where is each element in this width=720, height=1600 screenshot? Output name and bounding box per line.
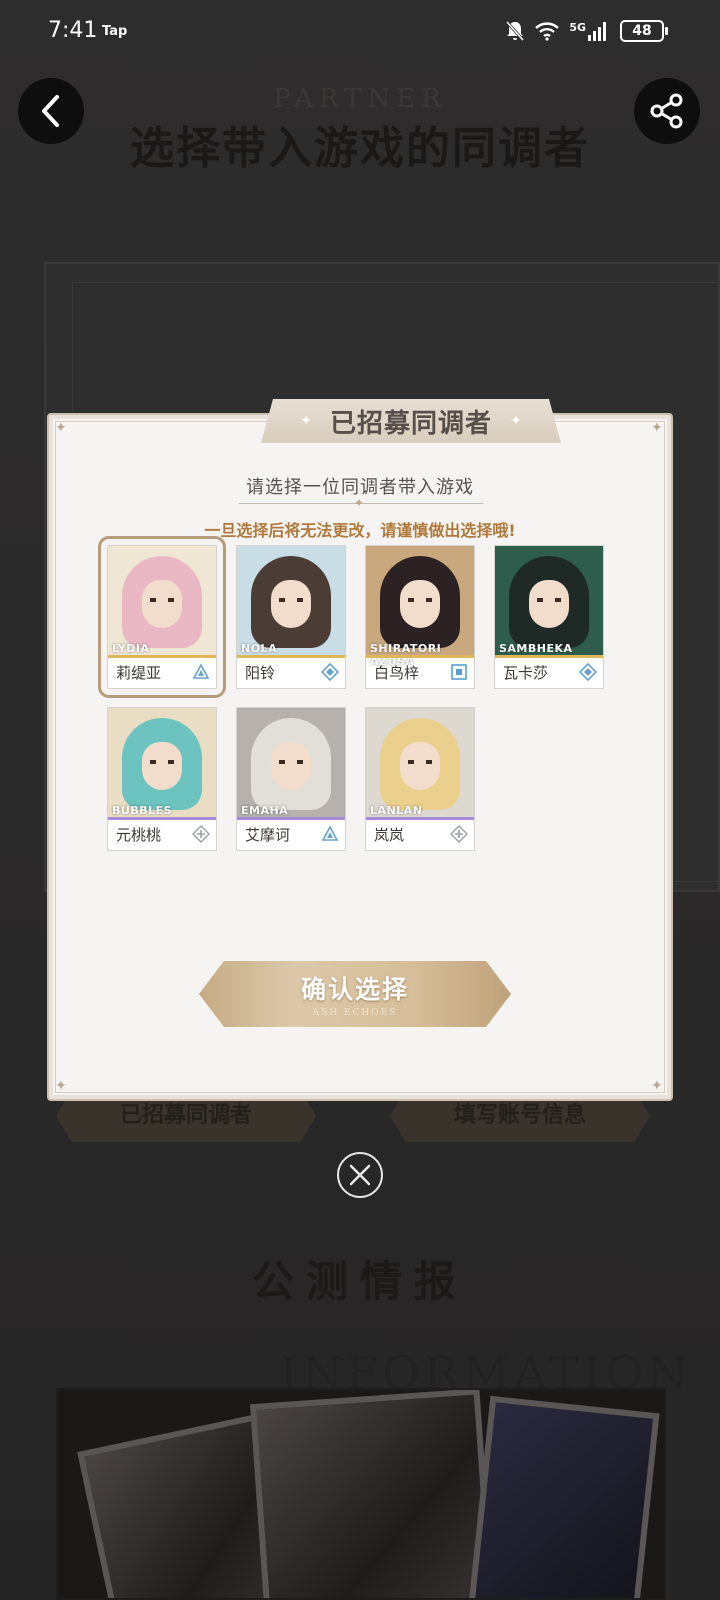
character-card[interactable]: LYDIA 莉缇亚 <box>98 536 226 698</box>
close-modal-button[interactable] <box>337 1152 383 1198</box>
character-en-name: EMAHA <box>241 804 289 817</box>
character-portrait <box>237 708 345 818</box>
wifi-icon <box>535 22 560 41</box>
battery-indicator: 48 <box>620 20 668 42</box>
triangle-class-icon <box>192 663 210 679</box>
character-en-name: BUBBLES <box>112 804 173 817</box>
rarity-bar <box>237 817 345 820</box>
character-card[interactable]: NOLA 阳铃 <box>236 545 346 689</box>
confirm-selection-button[interactable]: 确认选择 ASH ECHOES <box>199 961 511 1027</box>
corner-ornament: ✦ <box>55 420 67 436</box>
rarity-bar <box>366 655 474 658</box>
character-portrait <box>366 708 474 818</box>
corner-ornament: ✦ <box>651 1078 663 1094</box>
modal-banner: ✦ 已招募同调者 ✦ <box>261 399 561 443</box>
signal-icon <box>588 22 606 41</box>
modal-title: 已招募同调者 <box>329 408 492 439</box>
character-portrait <box>366 546 474 656</box>
corner-ornament: ✦ <box>651 420 663 436</box>
character-name: 瓦卡莎 <box>503 664 549 682</box>
character-name: 岚岚 <box>374 826 405 844</box>
selection-warning: 一旦选择后将无法更改，请谨慎做出选择哦! <box>204 521 516 540</box>
character-name: 艾摩诃 <box>245 826 291 844</box>
rarity-bar <box>366 817 474 820</box>
character-name: 阳铃 <box>245 664 276 682</box>
character-card[interactable]: EMAHA 艾摩诃 <box>236 707 346 851</box>
character-en-name: LYDIA <box>112 642 150 655</box>
character-card[interactable]: BUBBLES 元桃桃 <box>107 707 217 851</box>
diamond-class-icon <box>579 663 597 681</box>
mute-notification-icon <box>506 21 525 41</box>
background-title: 选择带入游戏的同调者 <box>130 123 590 174</box>
character-card[interactable]: SHIRATORI AZUSA 白鸟梓 <box>365 545 475 689</box>
chevron-left-icon <box>42 95 59 127</box>
status-time: 7:41 <box>48 18 98 43</box>
info-gallery <box>56 1388 666 1600</box>
character-portrait <box>108 546 216 656</box>
character-name: 莉缇亚 <box>116 664 162 682</box>
section-title: 公测情报 <box>251 1257 468 1306</box>
rarity-bar <box>495 655 603 658</box>
cross-class-icon <box>450 825 468 843</box>
back-button[interactable] <box>18 78 84 144</box>
gallery-photo <box>249 1390 497 1598</box>
rarity-bar <box>108 817 216 820</box>
character-name: 元桃桃 <box>116 826 162 844</box>
cross-class-icon <box>192 825 210 843</box>
network-type-label: 5G <box>569 20 586 34</box>
character-card[interactable]: SAMBHEKA 瓦卡莎 <box>494 545 604 689</box>
share-icon <box>650 93 683 129</box>
divider-ornament: ✦ <box>354 496 365 510</box>
confirm-button-label: 确认选择 <box>300 975 409 1004</box>
recruited-characters-modal: ✦ ✦ ✦ ✦ ✦ 已招募同调者 ✦ 请选择一位同调者带入游戏 ✦ 一旦选择后将… <box>47 399 673 1101</box>
confirm-button-subtext: ASH ECHOES <box>312 1008 398 1018</box>
character-card[interactable]: LANLAN 岚岚 <box>365 707 475 851</box>
corner-ornament: ✦ <box>55 1078 67 1094</box>
character-portrait <box>495 546 603 656</box>
character-en-name: SAMBHEKA <box>499 642 573 655</box>
background-title-decoration: PARTNER <box>273 84 447 114</box>
gallery-photo <box>466 1395 660 1598</box>
sparkle-icon: ✦ <box>510 413 522 429</box>
diamond-class-icon <box>321 663 339 681</box>
square-class-icon <box>451 664 467 680</box>
character-portrait <box>108 708 216 818</box>
status-app-indicator: Tap <box>102 24 128 39</box>
character-en-name: NOLA <box>241 642 278 655</box>
sparkle-icon: ✦ <box>300 413 312 429</box>
close-icon <box>349 1164 371 1186</box>
character-name: 白鸟梓 <box>374 664 420 682</box>
character-en-name: LANLAN <box>370 804 423 817</box>
status-bar: 7:41 Tap 5G 48 <box>0 0 720 68</box>
triangle-class-icon <box>321 825 339 841</box>
share-button[interactable] <box>634 78 700 144</box>
rarity-bar <box>108 655 216 658</box>
rarity-bar <box>237 655 345 658</box>
character-portrait <box>237 546 345 656</box>
